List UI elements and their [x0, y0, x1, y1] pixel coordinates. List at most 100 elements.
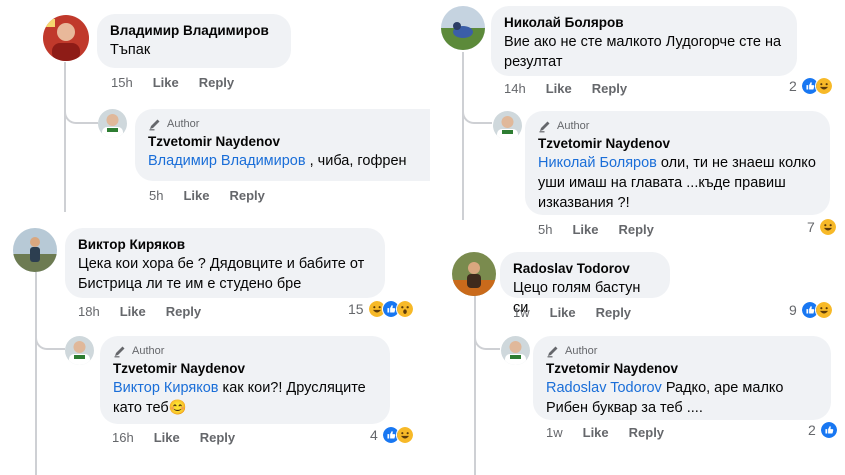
avatar[interactable]	[493, 111, 522, 140]
like-button[interactable]: Like	[120, 304, 146, 319]
wow-icon	[395, 300, 414, 318]
comment-text: Владимир Владимиров , чиба, гофрен	[148, 151, 430, 171]
reply-bubble: Author Tzvetomir Naydenov Виктор Киряков…	[100, 336, 390, 424]
reaction-summary[interactable]: 2	[808, 421, 838, 439]
avatar[interactable]	[98, 109, 127, 138]
comment-text: Radoslav Todorov Радко, аре малко Рибен …	[546, 378, 820, 418]
reply-button[interactable]: Reply	[629, 425, 664, 440]
comment-time[interactable]: 5h	[538, 222, 552, 237]
author-badge: Author	[113, 344, 378, 358]
comment-actions: 18h Like Reply	[78, 304, 201, 319]
avatar[interactable]	[441, 6, 485, 50]
reply-bubble: Author Tzvetomir Naydenov Radoslav Todor…	[533, 336, 831, 420]
author-label: Author	[565, 345, 598, 357]
avatar[interactable]	[65, 336, 94, 365]
pen-icon	[539, 121, 550, 133]
comment-time[interactable]: 18h	[78, 304, 100, 319]
reply-button[interactable]: Reply	[200, 430, 235, 445]
comment-time[interactable]: 14h	[504, 81, 526, 96]
reply-bubble: Author Tzvetomir Naydenov Владимир Влади…	[135, 109, 430, 181]
commenter-name[interactable]: Tzvetomir Naydenov	[113, 360, 378, 378]
reaction-summary[interactable]: 7	[807, 218, 837, 236]
comment-actions: 1w Like Reply	[513, 305, 631, 320]
comment-text: Виктор Киряков как кои?! Друсляците като…	[113, 378, 381, 418]
like-button[interactable]: Like	[550, 305, 576, 320]
comment-time[interactable]: 5h	[149, 188, 163, 203]
reaction-summary[interactable]: 9	[789, 301, 833, 319]
comment-time[interactable]: 1w	[546, 425, 563, 440]
avatar-photo	[13, 228, 57, 272]
reply-button[interactable]: Reply	[199, 75, 234, 90]
comment-bubble: Radoslav Todorov Цецо голям бастун си	[500, 252, 670, 316]
reaction-summary[interactable]: 15	[348, 300, 414, 318]
comment-time[interactable]: 15h	[111, 75, 133, 90]
comment-time[interactable]: 1w	[513, 305, 530, 320]
commenter-name[interactable]: Владимир Владимиров	[110, 22, 279, 40]
like-button[interactable]: Like	[546, 81, 572, 96]
thread-line	[35, 272, 37, 475]
haha-icon	[395, 426, 414, 444]
author-badge: Author	[148, 117, 430, 131]
comment-actions: 1w Like Reply	[546, 425, 664, 440]
like-icon	[819, 421, 838, 439]
like-button[interactable]: Like	[572, 222, 598, 237]
comment-body: , чиба, гофрен	[305, 153, 407, 169]
comment-bubble: Виктор Киряков Цека кои хора бе ? Дядовц…	[65, 228, 385, 298]
pen-icon	[547, 346, 558, 358]
like-button[interactable]: Like	[154, 430, 180, 445]
commenter-name[interactable]: Виктор Киряков	[78, 236, 373, 254]
reply-connector	[64, 100, 98, 124]
avatar-photo	[98, 109, 127, 138]
comment-text: Цека кои хора бе ? Дядовците и бабите от…	[78, 256, 365, 292]
reaction-count: 4	[370, 427, 378, 443]
like-button[interactable]: Like	[183, 188, 209, 203]
avatar[interactable]	[501, 336, 530, 365]
author-label: Author	[557, 120, 590, 132]
mention-link[interactable]: Николай Боляров	[538, 155, 657, 171]
avatar-photo	[493, 111, 522, 140]
commenter-name[interactable]: Николай Боляров	[504, 14, 785, 32]
reaction-summary[interactable]: 2	[789, 77, 833, 95]
comment-actions: 5h Like Reply	[538, 222, 654, 237]
thread-line	[462, 52, 464, 220]
haha-icon	[814, 77, 833, 95]
author-badge: Author	[546, 344, 819, 358]
author-label: Author	[167, 118, 200, 130]
reply-button[interactable]: Reply	[166, 304, 201, 319]
like-button[interactable]: Like	[583, 425, 609, 440]
comment-bubble: Владимир Владимиров Тъпак	[97, 14, 291, 68]
avatar-photo	[452, 252, 496, 296]
commenter-name[interactable]: Tzvetomir Naydenov	[148, 133, 430, 151]
comment-actions: 5h Like Reply	[149, 188, 265, 203]
comment-actions: 15h Like Reply	[111, 75, 234, 90]
reply-button[interactable]: Reply	[596, 305, 631, 320]
comment-text: Николай Боляров оли, ти не знаеш колко у…	[538, 153, 823, 213]
author-badge: Author	[538, 119, 818, 133]
mention-link[interactable]: Radoslav Todorov	[546, 380, 662, 396]
mention-link[interactable]: Виктор Киряков	[113, 380, 219, 396]
reply-button[interactable]: Reply	[229, 188, 264, 203]
reaction-summary[interactable]: 4	[370, 426, 414, 444]
reply-button[interactable]: Reply	[592, 81, 627, 96]
reply-bubble: Author Tzvetomir Naydenov Николай Боляро…	[525, 111, 830, 215]
avatar[interactable]	[452, 252, 496, 296]
comment-text: Тъпак	[110, 42, 151, 58]
avatar[interactable]	[43, 15, 89, 61]
reaction-count: 15	[348, 301, 364, 317]
mention-link[interactable]: Владимир Владимиров	[148, 153, 306, 169]
commenter-name[interactable]: Tzvetomir Naydenov	[538, 135, 818, 153]
like-button[interactable]: Like	[153, 75, 179, 90]
avatar[interactable]	[13, 228, 57, 272]
reaction-count: 7	[807, 219, 815, 235]
commenter-name[interactable]: Tzvetomir Naydenov	[546, 360, 819, 378]
reaction-count: 9	[789, 302, 797, 318]
haha-icon	[814, 301, 833, 319]
commenter-name[interactable]: Radoslav Todorov	[513, 260, 658, 278]
reply-connector	[474, 330, 500, 350]
avatar-photo	[501, 336, 530, 365]
comment-time[interactable]: 16h	[112, 430, 134, 445]
thread-line	[474, 296, 476, 475]
pen-icon	[149, 119, 160, 131]
comment-actions: 14h Like Reply	[504, 81, 627, 96]
reply-button[interactable]: Reply	[618, 222, 653, 237]
